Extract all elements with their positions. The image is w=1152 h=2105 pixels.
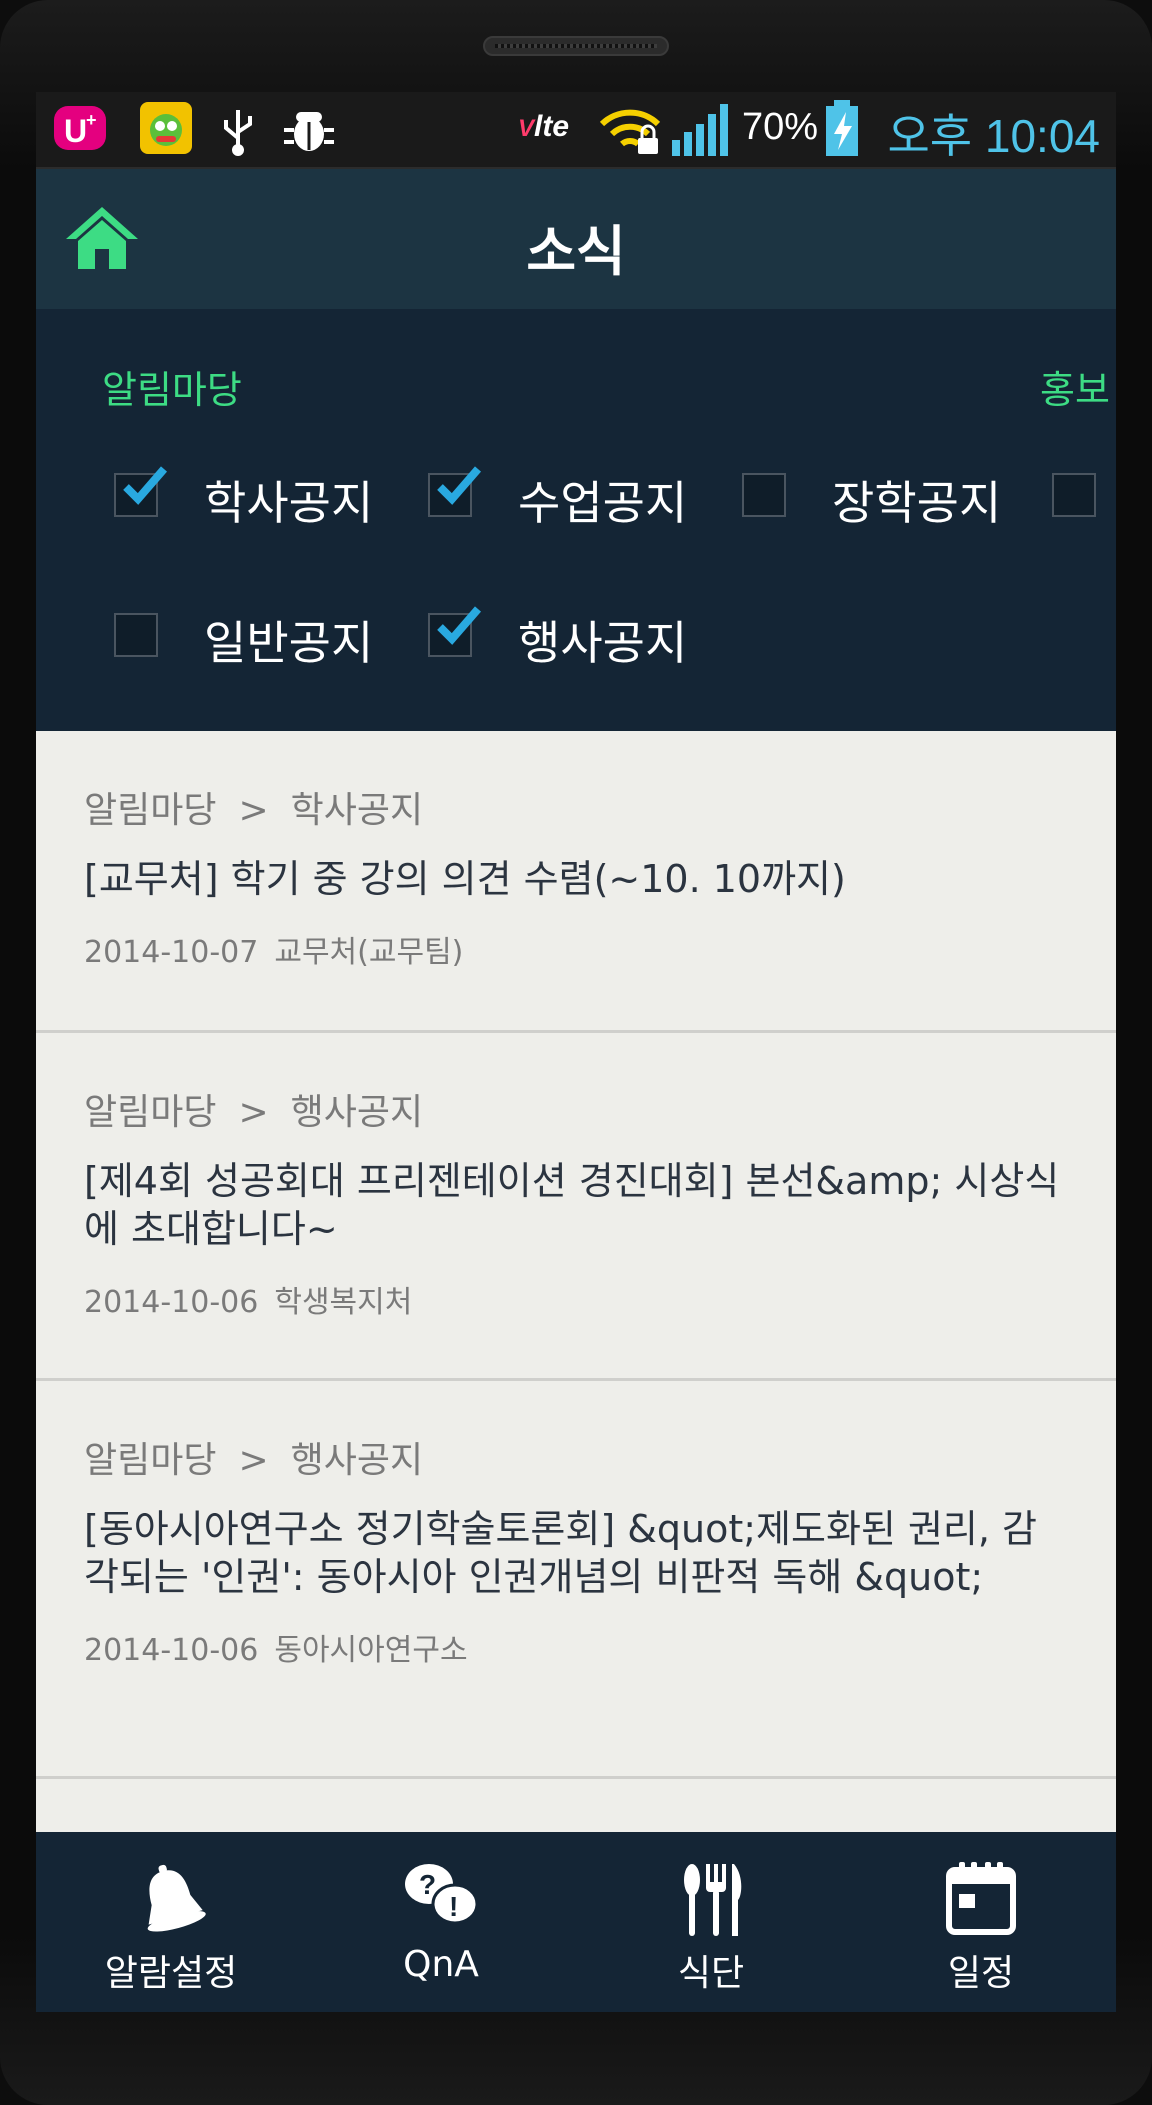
- crumb-subcategory: 학사공지: [290, 790, 424, 831]
- battery-charging-icon: [822, 98, 862, 162]
- crumb-separator: >: [238, 790, 269, 831]
- checkmark-icon: [437, 606, 482, 645]
- svg-text:+: +: [86, 110, 97, 130]
- crumb-separator: >: [238, 1092, 269, 1133]
- svg-text:U: U: [64, 113, 87, 149]
- item-date: 2014-10-07: [84, 935, 259, 970]
- nav-meals[interactable]: 식단: [576, 1832, 846, 2012]
- crumb-category: 알림마당: [84, 1092, 217, 1133]
- filter-label: 학사공지: [204, 476, 374, 530]
- checkbox[interactable]: [428, 466, 482, 517]
- uplus-icon: U +: [52, 102, 108, 158]
- item-meta: 2014-10-06 학생복지처: [84, 1277, 1068, 1321]
- item-source: 학생복지처: [274, 1285, 413, 1320]
- phone-frame: U + Vlte 70% 오후 10:04 소식 알림마당 홍보 학사공지 수업…: [0, 0, 1152, 2105]
- signal-icon: [668, 100, 732, 162]
- game-app-icon: [138, 100, 194, 160]
- checkmark-icon: [123, 466, 168, 505]
- list-item[interactable]: 알림마당 > 학사공지 [교무처] 학기 중 강의 의견 수렴(~10. 10까지)…: [36, 731, 1116, 1033]
- item-date: 2014-10-06: [84, 1633, 259, 1668]
- crumb-subcategory: 행사공지: [290, 1440, 424, 1481]
- speaker-grille: [483, 36, 669, 56]
- nav-alarm-settings[interactable]: 알람설정: [36, 1832, 306, 2012]
- action-bar: 소식: [36, 169, 1116, 309]
- battery-percent: 70%: [742, 106, 819, 148]
- nav-label: 일정: [947, 1953, 1015, 1994]
- item-title: [제4회 성공회대 프리젠테이션 경진대회] 본선&amp; 시상식에 초대합니…: [84, 1159, 1060, 1251]
- qna-icon: ? !: [405, 1864, 479, 1925]
- list-item[interactable]: 알림마당 > 행사공지 [동아시아연구소 정기학술토론회] &quot;제도화된 권…: [36, 1381, 1116, 1779]
- utensils-icon: [684, 1864, 742, 1936]
- item-source: 동아시아연구소: [274, 1633, 468, 1668]
- usb-icon: [220, 104, 256, 160]
- item-source: 교무처(교무팀): [274, 935, 464, 970]
- bug-icon: [282, 102, 336, 160]
- checkbox[interactable]: [428, 606, 482, 657]
- crumb-category: 알림마당: [84, 790, 217, 831]
- wifi-lock-icon: [598, 102, 662, 162]
- item-title: [교무처] 학기 중 강의 의견 수렴(~10. 10까지): [84, 857, 846, 901]
- item-meta: 2014-10-06 동아시아연구소: [84, 1625, 1068, 1669]
- calendar-icon: [946, 1862, 1016, 1935]
- svg-text:!: !: [449, 1891, 458, 1922]
- crumb-category: 알림마당: [84, 1440, 217, 1481]
- news-list: 알림마당 > 학사공지 [교무처] 학기 중 강의 의견 수렴(~10. 10까지)…: [36, 731, 1116, 1842]
- nav-label: QnA: [403, 1944, 479, 1985]
- filter-label: 장학공지: [832, 476, 1002, 530]
- breadcrumb: 알림마당 > 학사공지: [84, 781, 1068, 833]
- nav-schedule[interactable]: 일정: [846, 1832, 1116, 2012]
- svg-text:?: ?: [419, 1869, 436, 1900]
- lte-indicator: Vlte: [518, 110, 570, 143]
- bottom-nav: 알람설정 ? ! QnA 식단 일정: [36, 1832, 1116, 2012]
- breadcrumb: 알림마당 > 행사공지: [84, 1431, 1068, 1483]
- checkbox[interactable]: [114, 613, 158, 657]
- breadcrumb: 알림마당 > 행사공지: [84, 1083, 1068, 1135]
- nav-qna[interactable]: ? ! QnA: [306, 1832, 576, 2012]
- nav-label: 식단: [677, 1953, 745, 1994]
- screen: U + Vlte 70% 오후 10:04 소식 알림마당 홍보 학사공지 수업…: [36, 92, 1116, 2012]
- item-date: 2014-10-06: [84, 1285, 259, 1320]
- bell-icon: [147, 1864, 206, 1932]
- crumb-subcategory: 행사공지: [290, 1092, 424, 1133]
- checkbox[interactable]: [114, 466, 168, 517]
- nav-label: 알람설정: [104, 1953, 238, 1994]
- status-bar: U + Vlte 70% 오후 10:04: [36, 92, 1116, 169]
- category-tab-notice[interactable]: 알림마당: [102, 359, 242, 414]
- crumb-separator: >: [238, 1440, 269, 1481]
- checkbox[interactable]: [742, 473, 786, 517]
- category-tab-promo[interactable]: 홍보: [1040, 359, 1110, 414]
- page-title: 소식: [526, 220, 626, 283]
- checkmark-icon: [437, 466, 482, 505]
- clock: 오후 10:04: [887, 110, 1100, 162]
- item-title: [동아시아연구소 정기학술토론회] &quot;제도화된 권리, 감각되는 '인…: [84, 1507, 1037, 1599]
- filter-panel: 알림마당 홍보 학사공지 수업공지 장학공지 일반공지 행사공지: [36, 309, 1116, 731]
- item-meta: 2014-10-07 교무처(교무팀): [84, 927, 1068, 971]
- filter-label: 일반공지: [204, 616, 374, 670]
- filter-label: 행사공지: [518, 616, 688, 670]
- list-item[interactable]: 알림마당 > 행사공지 [제4회 성공회대 프리젠테이션 경진대회] 본선&amp;…: [36, 1033, 1116, 1381]
- filter-label: 수업공지: [518, 476, 688, 530]
- checkbox[interactable]: [1052, 473, 1096, 517]
